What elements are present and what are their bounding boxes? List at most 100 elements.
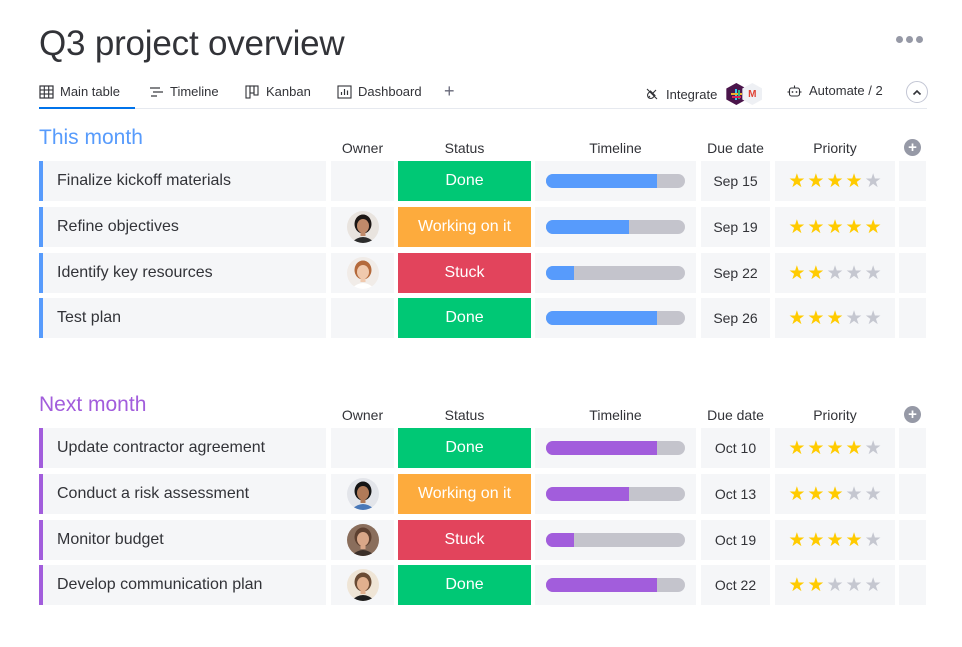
add-column-icon[interactable]: + — [904, 406, 921, 423]
add-column-icon[interactable]: + — [904, 139, 921, 156]
due-date-cell[interactable]: Oct 13 — [701, 474, 770, 514]
automate-button[interactable]: Automate / 2 — [787, 83, 883, 98]
item-name[interactable]: Update contractor agreement — [39, 428, 326, 468]
star-filled-icon[interactable]: ★ — [826, 309, 843, 328]
status-cell[interactable]: Done — [398, 565, 531, 605]
owner-avatar[interactable] — [346, 211, 379, 243]
column-header-timeline[interactable]: Timeline — [535, 140, 696, 156]
collapse-header-button[interactable] — [906, 81, 928, 103]
star-filled-icon[interactable]: ★ — [788, 531, 805, 550]
status-cell[interactable]: Done — [398, 428, 531, 468]
star-empty-icon[interactable]: ★ — [865, 264, 882, 283]
column-header-status[interactable]: Status — [398, 140, 531, 156]
due-date-cell[interactable]: Sep 26 — [701, 298, 770, 338]
column-header-priority[interactable]: Priority — [775, 407, 895, 423]
star-empty-icon[interactable]: ★ — [865, 439, 882, 458]
owner-cell[interactable] — [331, 298, 394, 338]
star-filled-icon[interactable]: ★ — [788, 309, 805, 328]
owner-avatar[interactable] — [346, 569, 379, 601]
status-cell[interactable]: Stuck — [398, 253, 531, 293]
due-date-cell[interactable]: Sep 22 — [701, 253, 770, 293]
priority-rating[interactable]: ★ ★ ★ ★ ★ — [775, 161, 895, 201]
owner-cell[interactable] — [331, 565, 394, 605]
star-empty-icon[interactable]: ★ — [865, 485, 882, 504]
tab-main-table[interactable]: Main table — [39, 84, 135, 109]
column-header-owner[interactable]: Owner — [331, 140, 394, 156]
timeline-cell[interactable] — [535, 565, 696, 605]
column-header-status[interactable]: Status — [398, 407, 531, 423]
due-date-cell[interactable]: Sep 15 — [701, 161, 770, 201]
item-name[interactable]: Conduct a risk assessment — [39, 474, 326, 514]
star-empty-icon[interactable]: ★ — [865, 576, 882, 595]
star-empty-icon[interactable]: ★ — [846, 485, 863, 504]
owner-avatar[interactable] — [346, 257, 379, 289]
timeline-cell[interactable] — [535, 428, 696, 468]
owner-cell[interactable] — [331, 474, 394, 514]
item-name[interactable]: Identify key resources — [39, 253, 326, 293]
star-filled-icon[interactable]: ★ — [788, 172, 805, 191]
column-header-due-date[interactable]: Due date — [701, 140, 770, 156]
group-title[interactable]: Next month — [39, 393, 146, 417]
star-filled-icon[interactable]: ★ — [807, 172, 824, 191]
star-filled-icon[interactable]: ★ — [807, 309, 824, 328]
star-filled-icon[interactable]: ★ — [788, 218, 805, 237]
star-empty-icon[interactable]: ★ — [826, 264, 843, 283]
status-cell[interactable]: Working on it — [398, 207, 531, 247]
owner-cell[interactable] — [331, 161, 394, 201]
item-name[interactable]: Test plan — [39, 298, 326, 338]
priority-rating[interactable]: ★ ★ ★ ★ ★ — [775, 207, 895, 247]
star-filled-icon[interactable]: ★ — [807, 218, 824, 237]
due-date-cell[interactable]: Sep 19 — [701, 207, 770, 247]
due-date-cell[interactable]: Oct 22 — [701, 565, 770, 605]
star-filled-icon[interactable]: ★ — [788, 576, 805, 595]
owner-avatar[interactable] — [346, 524, 379, 556]
priority-rating[interactable]: ★ ★ ★ ★ ★ — [775, 298, 895, 338]
item-name[interactable]: Finalize kickoff materials — [39, 161, 326, 201]
star-filled-icon[interactable]: ★ — [788, 439, 805, 458]
priority-rating[interactable]: ★ ★ ★ ★ ★ — [775, 428, 895, 468]
add-view-button[interactable]: + — [444, 81, 455, 102]
star-empty-icon[interactable]: ★ — [846, 576, 863, 595]
star-filled-icon[interactable]: ★ — [865, 218, 882, 237]
tab-kanban[interactable]: Kanban — [245, 84, 311, 109]
column-header-owner[interactable]: Owner — [331, 407, 394, 423]
priority-rating[interactable]: ★ ★ ★ ★ ★ — [775, 253, 895, 293]
priority-rating[interactable]: ★ ★ ★ ★ ★ — [775, 520, 895, 560]
star-empty-icon[interactable]: ★ — [865, 531, 882, 550]
star-empty-icon[interactable]: ★ — [865, 172, 882, 191]
star-empty-icon[interactable]: ★ — [846, 264, 863, 283]
timeline-cell[interactable] — [535, 520, 696, 560]
owner-cell[interactable] — [331, 253, 394, 293]
star-filled-icon[interactable]: ★ — [846, 439, 863, 458]
integrate-button[interactable]: Integrate M — [645, 83, 766, 105]
owner-cell[interactable] — [331, 428, 394, 468]
column-header-timeline[interactable]: Timeline — [535, 407, 696, 423]
column-header-priority[interactable]: Priority — [775, 140, 895, 156]
status-cell[interactable]: Done — [398, 298, 531, 338]
status-cell[interactable]: Done — [398, 161, 531, 201]
more-options-icon[interactable] — [896, 36, 923, 43]
item-name[interactable]: Develop communication plan — [39, 565, 326, 605]
star-filled-icon[interactable]: ★ — [807, 485, 824, 504]
group-title[interactable]: This month — [39, 126, 143, 150]
due-date-cell[interactable]: Oct 10 — [701, 428, 770, 468]
star-filled-icon[interactable]: ★ — [826, 439, 843, 458]
star-filled-icon[interactable]: ★ — [826, 172, 843, 191]
star-filled-icon[interactable]: ★ — [807, 264, 824, 283]
owner-cell[interactable] — [331, 207, 394, 247]
timeline-cell[interactable] — [535, 298, 696, 338]
status-cell[interactable]: Stuck — [398, 520, 531, 560]
timeline-cell[interactable] — [535, 474, 696, 514]
priority-rating[interactable]: ★ ★ ★ ★ ★ — [775, 474, 895, 514]
star-empty-icon[interactable]: ★ — [846, 309, 863, 328]
owner-cell[interactable] — [331, 520, 394, 560]
star-filled-icon[interactable]: ★ — [807, 531, 824, 550]
item-name[interactable]: Monitor budget — [39, 520, 326, 560]
star-filled-icon[interactable]: ★ — [846, 218, 863, 237]
star-filled-icon[interactable]: ★ — [826, 485, 843, 504]
owner-avatar[interactable] — [346, 478, 379, 510]
tab-timeline[interactable]: Timeline — [149, 84, 219, 109]
priority-rating[interactable]: ★ ★ ★ ★ ★ — [775, 565, 895, 605]
star-empty-icon[interactable]: ★ — [826, 576, 843, 595]
star-filled-icon[interactable]: ★ — [846, 172, 863, 191]
